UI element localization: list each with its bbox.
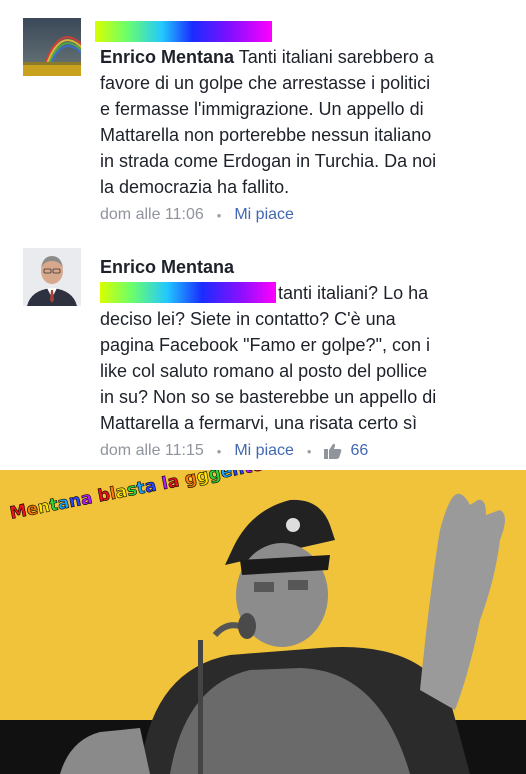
comment-meta: dom alle 11:06 • Mi piace <box>100 206 294 224</box>
comment-line: in su? Non so se basterebbe un appello d… <box>100 387 437 407</box>
redacted-mention-overlay <box>100 282 276 303</box>
comment-line: la democrazia ha fallito. <box>100 177 290 197</box>
comment-line: deciso lei? Siete in contatto? C'è una <box>100 309 396 329</box>
comment-line: e fermasse l'immigrazione. Un appello di <box>100 99 424 119</box>
avatar-mentana[interactable] <box>23 248 81 306</box>
thumbs-up-icon[interactable] <box>324 443 342 459</box>
comment-body: Enrico Mentana tanti italiani? Lo ha dec… <box>100 254 510 436</box>
like-link[interactable]: Mi piace <box>234 442 294 460</box>
separator-dot: • <box>216 443 222 459</box>
reaction-count[interactable]: 66 <box>350 442 368 460</box>
comment-line: favore di un golpe che arrestasse i poli… <box>100 73 431 93</box>
comment-author[interactable]: Enrico Mentana <box>100 47 234 67</box>
rainbow-landscape-image <box>23 18 81 76</box>
comment-line: Mattarella non porterebbe nessun italian… <box>100 125 432 145</box>
military-figure-illustration <box>0 470 526 774</box>
comment-line: tanti italiani? Lo ha <box>100 280 510 306</box>
timestamp[interactable]: dom alle 11:06 <box>100 206 204 224</box>
avatar-rainbow[interactable] <box>23 18 81 76</box>
comment-author[interactable]: Enrico Mentana <box>100 254 510 280</box>
timestamp[interactable]: dom alle 11:15 <box>100 442 204 460</box>
comment-line: Mattarella a fermarvi, una risata certo … <box>100 413 418 433</box>
profile-photo-image <box>23 248 81 306</box>
comment-line: in strada come Erdogan in Turchia. Da no… <box>100 151 437 171</box>
like-link[interactable]: Mi piace <box>234 206 294 224</box>
comment-meta: dom alle 11:15 • Mi piace • 66 <box>100 442 368 460</box>
comment-body: Enrico Mentana Tanti italiani sarebbero … <box>100 44 510 200</box>
comment-thread: Enrico Mentana Tanti italiani sarebbero … <box>0 0 526 470</box>
redacted-name-overlay <box>95 21 272 42</box>
separator-dot: • <box>216 207 222 223</box>
comment-1: Enrico Mentana Tanti italiani sarebbero … <box>0 0 526 240</box>
comment-line: like col saluto romano al posto del poll… <box>100 361 428 381</box>
separator-dot: • <box>306 443 312 459</box>
comment-line: Enrico Mentana Tanti italiani sarebbero … <box>100 47 434 67</box>
comment-line: pagina Facebook "Famo er golpe?", con i <box>100 335 430 355</box>
comment-2: Enrico Mentana tanti italiani? Lo ha dec… <box>0 240 526 470</box>
meme-image: Mentana blasta la gggente!!! <box>0 470 526 774</box>
